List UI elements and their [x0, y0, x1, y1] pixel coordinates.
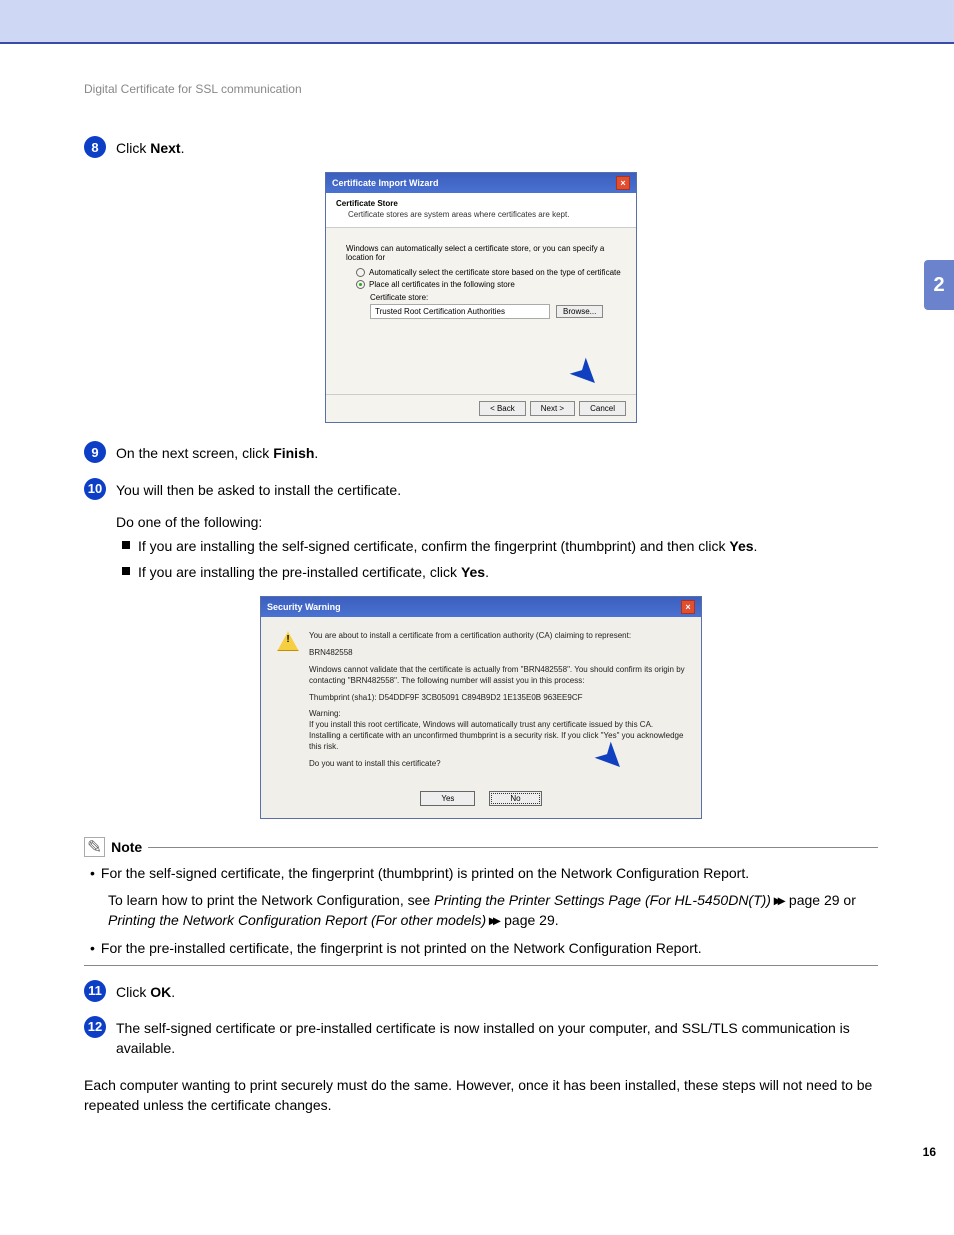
step-12: 12 The self-signed certificate or pre-in…	[84, 1016, 878, 1065]
cancel-button[interactable]: Cancel	[579, 401, 626, 416]
note-item-2: • For the pre-installed certificate, the…	[90, 938, 878, 958]
footer-paragraph: Each computer wanting to print securely …	[84, 1075, 878, 1116]
page-header: Digital Certificate for SSL communicatio…	[84, 82, 878, 96]
step-9: 9 On the next screen, click Finish.	[84, 441, 878, 469]
wizard-subheader: Certificate Store Certificate stores are…	[326, 193, 636, 228]
step-10: 10 You will then be asked to install the…	[84, 478, 878, 506]
secwarn-text: You are about to install a certificate f…	[309, 631, 685, 775]
certificate-import-wizard-dialog: Certificate Import Wizard × Certificate …	[325, 172, 637, 423]
wizard-head-sub: Certificate stores are system areas wher…	[348, 210, 626, 219]
divider	[148, 847, 878, 848]
warning-icon	[277, 631, 299, 651]
divider	[84, 965, 878, 966]
yes-button[interactable]: Yes	[420, 791, 475, 806]
close-icon[interactable]: ×	[681, 600, 695, 614]
next-button[interactable]: Next >	[530, 401, 575, 416]
wizard-title: Certificate Import Wizard	[332, 178, 438, 188]
secwarn-title: Security Warning	[267, 602, 341, 612]
step-8: 8 Click Next.	[84, 136, 878, 164]
bullet-self-signed: If you are installing the self-signed ce…	[122, 536, 878, 556]
step-11-text: Click OK.	[116, 982, 878, 1002]
wizard-titlebar: Certificate Import Wizard ×	[326, 173, 636, 193]
security-warning-dialog: Security Warning × You are about to inst…	[260, 596, 702, 819]
step-number-badge: 8	[84, 136, 106, 158]
store-label: Certificate store:	[370, 293, 622, 302]
certificate-store-input[interactable]: Trusted Root Certification Authorities	[370, 304, 550, 319]
note-block: ✎ Note • For the self-signed certificate…	[84, 837, 878, 965]
step-number-badge: 12	[84, 1016, 106, 1038]
step-10-line1: You will then be asked to install the ce…	[116, 480, 878, 500]
wizard-lead-text: Windows can automatically select a certi…	[346, 244, 622, 262]
secwarn-titlebar: Security Warning ×	[261, 597, 701, 617]
note-icon: ✎	[84, 837, 105, 857]
note-item-1: • For the self-signed certificate, the f…	[90, 863, 878, 883]
step-9-text: On the next screen, click Finish.	[116, 443, 878, 463]
no-button[interactable]: No	[489, 791, 541, 806]
step-number-badge: 11	[84, 980, 106, 1002]
step-12-text: The self-signed certificate or pre-insta…	[116, 1018, 878, 1059]
radio-place-label: Place all certificates in the following …	[369, 280, 515, 289]
step-11: 11 Click OK.	[84, 980, 878, 1008]
square-bullet-icon	[122, 567, 130, 575]
radio-auto-label: Automatically select the certificate sto…	[369, 268, 621, 277]
wizard-head-title: Certificate Store	[336, 199, 626, 208]
step-8-text: Click Next.	[116, 138, 878, 158]
radio-icon	[356, 268, 365, 277]
note-label: Note	[111, 839, 142, 855]
radio-auto-select[interactable]: Automatically select the certificate sto…	[356, 268, 622, 277]
radio-place-all[interactable]: Place all certificates in the following …	[356, 280, 622, 289]
back-button[interactable]: < Back	[479, 401, 526, 416]
step-number-badge: 10	[84, 478, 106, 500]
bullet-pre-installed: If you are installing the pre-installed …	[122, 562, 878, 582]
browse-button[interactable]: Browse...	[556, 305, 603, 318]
square-bullet-icon	[122, 541, 130, 549]
page-number: 16	[923, 1145, 936, 1159]
step-number-badge: 9	[84, 441, 106, 463]
step-10-line2: Do one of the following:	[116, 514, 878, 530]
radio-icon	[356, 280, 365, 289]
chapter-tab: 2	[924, 260, 954, 310]
note-item-1-sub: To learn how to print the Network Config…	[108, 890, 878, 931]
top-bar	[0, 0, 954, 44]
close-icon[interactable]: ×	[616, 176, 630, 190]
